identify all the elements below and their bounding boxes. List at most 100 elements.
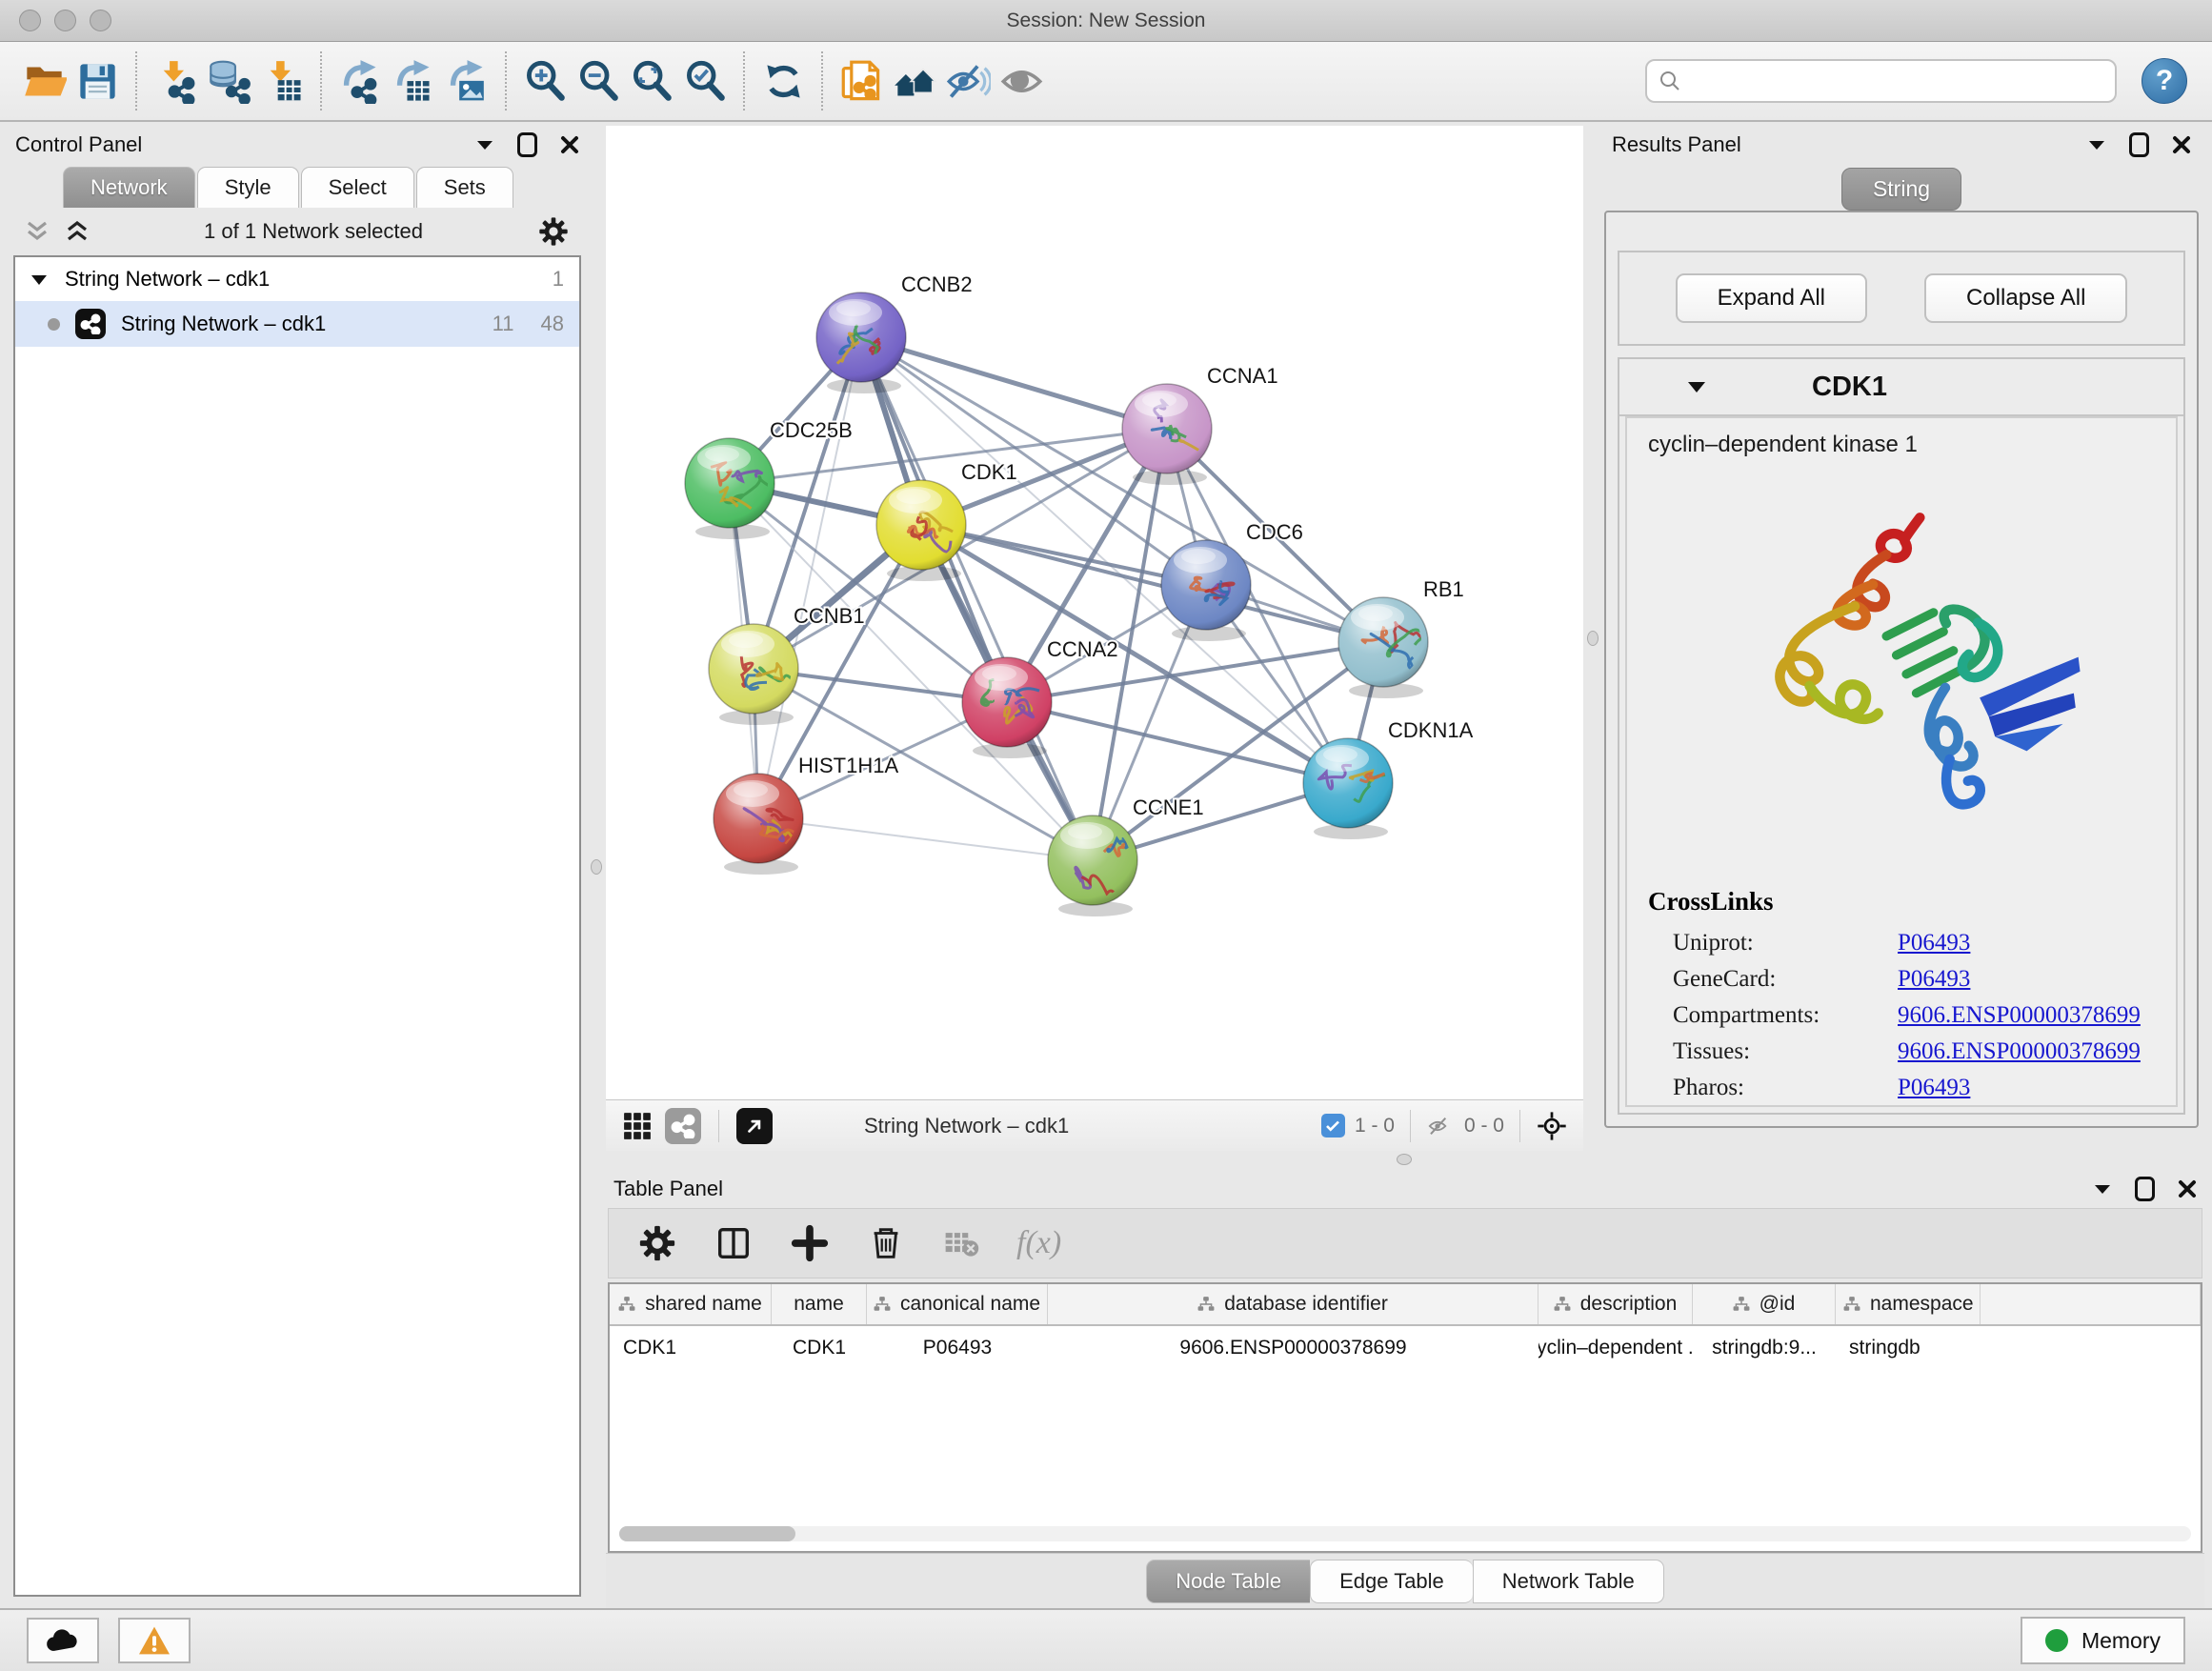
float-panel-button[interactable]: [2135, 1177, 2155, 1201]
selected-checkbox-icon[interactable]: [1321, 1114, 1345, 1137]
network-edge[interactable]: [758, 818, 1093, 860]
clone-network-button[interactable]: [835, 52, 888, 110]
network-node-RB1[interactable]: RB1: [1338, 577, 1464, 698]
network-edge[interactable]: [861, 337, 1167, 429]
open-in-browser-button[interactable]: [736, 1108, 773, 1144]
left-splitter[interactable]: [587, 126, 606, 1608]
crosslink-link[interactable]: 9606.ENSP00000378699: [1898, 1038, 2141, 1065]
memory-button[interactable]: Memory: [2021, 1617, 2185, 1664]
show-all-button[interactable]: [995, 52, 1048, 110]
import-network-database-button[interactable]: [202, 52, 255, 110]
splitter-handle[interactable]: [1397, 1154, 1412, 1165]
scrollbar-thumb[interactable]: [619, 1526, 795, 1541]
network-node-CDKN1A[interactable]: CDKN1A: [1303, 718, 1474, 839]
expand-all-button[interactable]: Expand All: [1676, 273, 1867, 323]
cell[interactable]: 9606.ENSP00000378699: [1048, 1326, 1538, 1370]
show-columns-icon[interactable]: [714, 1223, 754, 1263]
tab-string[interactable]: String: [1841, 168, 1961, 211]
table-horizontal-scrollbar[interactable]: [619, 1526, 2191, 1541]
cell[interactable]: P06493: [867, 1326, 1048, 1370]
network-node-CCNB1[interactable]: CCNB1: [709, 604, 865, 725]
tab-network-table[interactable]: Network Table: [1473, 1560, 1664, 1603]
save-session-button[interactable]: [70, 52, 124, 110]
close-window-button[interactable]: [19, 10, 41, 31]
help-button[interactable]: ?: [2142, 58, 2187, 104]
export-image-button[interactable]: [440, 52, 493, 110]
cell[interactable]: CDK1: [610, 1326, 772, 1370]
crosslink-link[interactable]: P06493: [1898, 1075, 1970, 1101]
section-collapse-icon[interactable]: [1686, 379, 1707, 394]
cell[interactable]: stringdb: [1836, 1326, 1981, 1370]
table-settings-gear-icon[interactable]: [637, 1223, 677, 1263]
cloud-status-button[interactable]: [27, 1618, 99, 1663]
maximize-window-button[interactable]: [90, 10, 111, 31]
network-edge[interactable]: [861, 337, 1093, 860]
network-node-CDC25B[interactable]: CDC25B: [685, 418, 853, 539]
tree-expand-icon[interactable]: [30, 273, 48, 286]
first-neighbors-button[interactable]: [888, 52, 941, 110]
tab-sets[interactable]: Sets: [416, 167, 513, 208]
zoom-selected-button[interactable]: [678, 52, 732, 110]
splitter-handle[interactable]: [591, 859, 602, 875]
collapse-all-button[interactable]: Collapse All: [1924, 273, 2127, 323]
tab-edge-table[interactable]: Edge Table: [1310, 1560, 1473, 1603]
apply-layout-button[interactable]: [756, 52, 810, 110]
collapse-panel-button[interactable]: [2093, 1182, 2112, 1196]
export-network-button[interactable]: [333, 52, 387, 110]
network-graph[interactable]: CCNB2CCNA1CDC25BCDK1CDC6RB1CCNB1CCNA2CDK…: [606, 126, 1583, 1099]
crosslink-link[interactable]: 9606.ENSP00000378699: [1898, 1002, 2141, 1029]
string-view-button[interactable]: [665, 1108, 701, 1144]
network-node-CDK1[interactable]: CDK1: [876, 460, 1017, 581]
search-field[interactable]: [1645, 59, 2117, 103]
cell[interactable]: cyclin–dependent ...: [1538, 1326, 1693, 1370]
tab-network[interactable]: Network: [63, 167, 195, 208]
zoom-out-button[interactable]: [572, 52, 625, 110]
network-node-CCNB2[interactable]: CCNB2: [816, 272, 973, 393]
birdseye-navigator-icon[interactable]: [1536, 1110, 1568, 1142]
column-header-namespace[interactable]: namespace: [1836, 1284, 1981, 1324]
tab-select[interactable]: Select: [301, 167, 414, 208]
column-header-description[interactable]: description: [1538, 1284, 1693, 1324]
crosslink-link[interactable]: P06493: [1898, 966, 1970, 993]
fit-content-button[interactable]: [625, 52, 678, 110]
zoom-in-button[interactable]: [518, 52, 572, 110]
table-row[interactable]: CDK1CDK1P064939606.ENSP00000378699cyclin…: [610, 1326, 2201, 1370]
right-splitter[interactable]: [1583, 126, 1602, 1151]
network-edge[interactable]: [758, 337, 861, 818]
column-header-name[interactable]: name: [772, 1284, 867, 1324]
warnings-button[interactable]: [118, 1618, 191, 1663]
column-header-canonical-name[interactable]: canonical name: [867, 1284, 1048, 1324]
tab-style[interactable]: Style: [197, 167, 299, 208]
crosslink-link[interactable]: P06493: [1898, 930, 1970, 956]
network-node-HIST1H1A[interactable]: HIST1H1A: [714, 754, 898, 875]
grid-view-icon[interactable]: [621, 1110, 654, 1142]
cell[interactable]: stringdb:9...: [1693, 1326, 1836, 1370]
cell[interactable]: CDK1: [772, 1326, 867, 1370]
network-edge[interactable]: [1007, 702, 1348, 783]
close-panel-button[interactable]: [2178, 1179, 2197, 1198]
collapse-panel-button[interactable]: [475, 138, 494, 151]
delete-column-icon[interactable]: [866, 1223, 906, 1263]
expand-all-icon[interactable]: [65, 221, 90, 242]
float-panel-button[interactable]: [2129, 132, 2149, 157]
add-column-icon[interactable]: [790, 1223, 830, 1263]
float-panel-button[interactable]: [517, 132, 537, 157]
close-panel-button[interactable]: [2172, 135, 2191, 154]
export-table-button[interactable]: [387, 52, 440, 110]
search-input[interactable]: [1689, 70, 2103, 92]
horizontal-splitter[interactable]: [606, 1151, 2204, 1170]
import-network-file-button[interactable]: [149, 52, 202, 110]
column-header-database-identifier[interactable]: database identifier: [1048, 1284, 1538, 1324]
minimize-window-button[interactable]: [54, 10, 76, 31]
network-edge[interactable]: [921, 525, 1383, 642]
network-row-selected[interactable]: String Network – cdk1 11 48: [15, 301, 579, 347]
close-panel-button[interactable]: [560, 135, 579, 154]
open-session-button[interactable]: [17, 52, 70, 110]
protein-section-header[interactable]: CDK1: [1619, 359, 2183, 416]
network-node-CCNA1[interactable]: CCNA1: [1122, 364, 1278, 485]
hide-selected-button[interactable]: [941, 52, 995, 110]
splitter-handle[interactable]: [1587, 631, 1599, 646]
import-table-button[interactable]: [255, 52, 309, 110]
tab-node-table[interactable]: Node Table: [1146, 1560, 1310, 1603]
gear-icon[interactable]: [537, 215, 570, 248]
